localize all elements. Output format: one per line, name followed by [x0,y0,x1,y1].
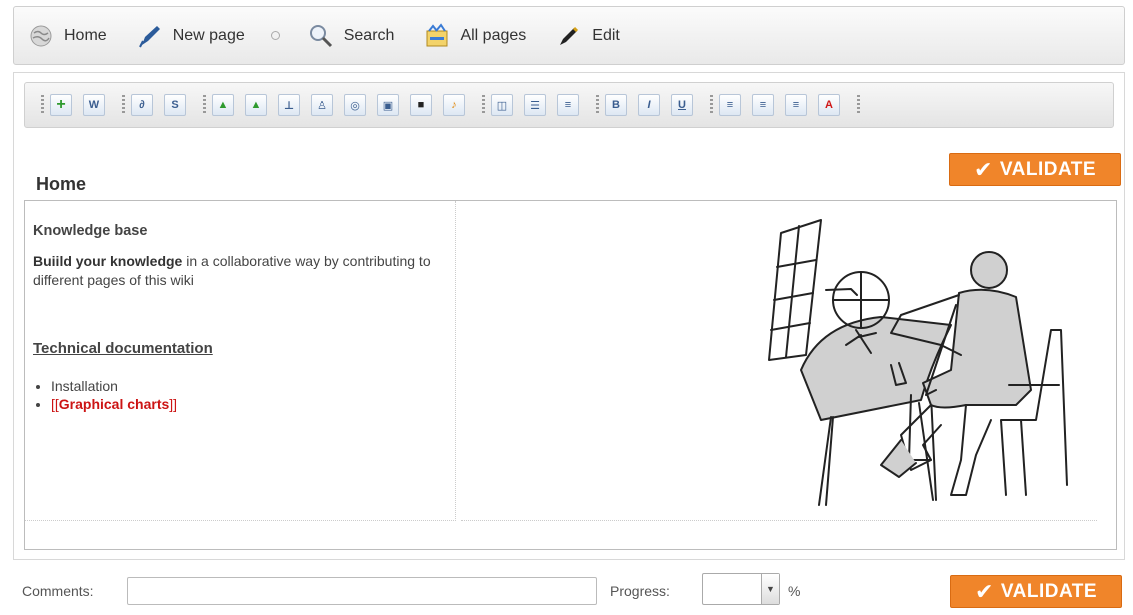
nav-search-label: Search [343,26,395,44]
wiki-bracket-close: ]] [169,396,178,412]
flask-icon[interactable]: ♙ [311,94,333,116]
validate-label: VALIDATE [1000,580,1098,602]
music-icon[interactable]: ♪ [443,94,465,116]
check-icon: ✔ [974,578,994,604]
progress-select[interactable]: ▼ [702,573,780,605]
percent-sign: % [788,583,801,599]
chevron-down-icon[interactable]: ▼ [761,574,779,604]
toolbar-grip [857,95,860,115]
magnifier-icon [308,23,334,49]
toolbar-grip [122,95,125,115]
list-item[interactable]: [[Graphical charts]] [51,395,455,413]
nav-new-page[interactable]: New page [137,23,245,49]
validate-button-bottom[interactable]: ✔ VALIDATE [950,575,1122,608]
align-left-icon[interactable]: ≡ [719,94,741,116]
doc-list: Installation [[Graphical charts]] [33,377,455,413]
section-heading-technical-documentation: Technical documentation [33,340,213,357]
globe-icon [28,23,54,49]
pages-icon [424,22,450,49]
italic-icon[interactable]: I [638,94,660,116]
word-icon[interactable]: W [83,94,105,116]
toolbar-grip [41,95,44,115]
top-nav-bar: Home New page Search All pages Edit [13,6,1125,65]
list-item-label: Installation [51,378,118,394]
pencil-icon [556,23,582,49]
illustration-person-at-desk [768,219,1068,506]
toolbar-grip [482,95,485,115]
add-icon[interactable]: + [50,94,72,116]
nav-edit-label: Edit [592,26,620,44]
nav-separator [270,31,280,40]
wiki-link-graphical-charts[interactable]: Graphical charts [59,396,170,412]
content-left-column: Knowledge base Buiild your knowledge in … [25,201,456,521]
font-color-icon[interactable]: A [818,94,840,116]
nav-home-label: Home [64,26,107,44]
link-icon[interactable]: ∂ [131,94,153,116]
nav-edit[interactable]: Edit [556,23,620,49]
intro-bold-text: Buiild your knowledge [33,253,183,269]
editor-frame: + W ∂ S ▲ ▲ ⊥ ♙ ◎ ▣ ■ ♪ ◫ ☰ ≡ B I U ≡ ≡ … [13,72,1125,560]
align-right-icon[interactable]: ≡ [785,94,807,116]
list-icon[interactable]: ☰ [524,94,546,116]
toolbar-grip [203,95,206,115]
page-title: Home [36,174,87,194]
comments-input[interactable] [127,577,597,605]
image-icon[interactable]: ▲ [212,94,234,116]
list-item[interactable]: Installation [51,377,455,395]
progress-label: Progress: [610,583,670,599]
toolbar-grip [596,95,599,115]
content-right-column [461,205,1097,521]
nav-home[interactable]: Home [28,23,107,49]
toolbar-grip [710,95,713,115]
comments-label: Comments: [22,583,94,599]
nav-all-pages[interactable]: All pages [424,22,527,49]
numbered-list-icon[interactable]: ≡ [557,94,579,116]
validate-button-top[interactable]: ✔ VALIDATE [949,153,1121,186]
nav-new-page-label: New page [172,26,245,44]
table-icon[interactable]: ◫ [491,94,513,116]
section-heading-knowledge-base: Knowledge base [33,223,148,239]
align-center-icon[interactable]: ≡ [752,94,774,116]
wiki-bracket-open: [[ [51,396,59,412]
nav-all-pages-label: All pages [460,26,527,44]
underline-icon[interactable]: U [671,94,693,116]
image-edit-icon[interactable]: ▲ [245,94,267,116]
check-icon: ✔ [973,156,993,182]
photo-icon[interactable]: ▣ [377,94,399,116]
validate-label: VALIDATE [999,158,1097,180]
unlink-icon[interactable]: S [164,94,186,116]
compass-icon[interactable]: ◎ [344,94,366,116]
editor-toolbar: + W ∂ S ▲ ▲ ⊥ ♙ ◎ ▣ ■ ♪ ◫ ☰ ≡ B I U ≡ ≡ … [24,82,1114,128]
intro-paragraph: Buiild your knowledge in a collaborative… [33,252,453,290]
video-icon[interactable]: ■ [410,94,432,116]
bold-icon[interactable]: B [605,94,627,116]
pen-icon [137,23,163,49]
nav-search[interactable]: Search [308,23,395,49]
diagram-icon[interactable]: ⊥ [278,94,300,116]
content-area[interactable]: Knowledge base Buiild your knowledge in … [24,200,1117,550]
